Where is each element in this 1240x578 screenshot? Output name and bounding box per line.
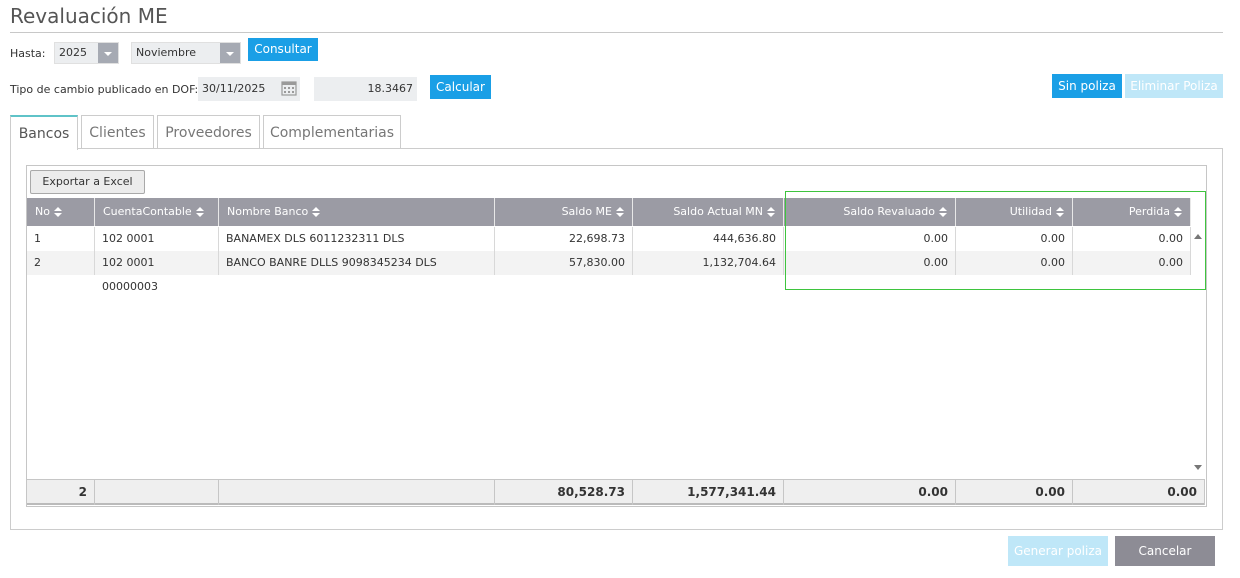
cell-saldo-me: 57,830.00 xyxy=(495,251,633,275)
calcular-button[interactable]: Calcular xyxy=(430,75,491,99)
column-header-nombre-banco[interactable]: Nombre Banco xyxy=(219,198,495,226)
year-select-value: 2025 xyxy=(59,46,87,59)
month-select[interactable]: Noviembre xyxy=(131,42,241,64)
column-label: Saldo ME xyxy=(561,205,612,218)
cell-no: 1 xyxy=(27,227,95,251)
cell-no: 2 xyxy=(27,251,95,275)
tab-clientes[interactable]: Clientes xyxy=(81,115,154,149)
sort-icon[interactable] xyxy=(53,206,62,218)
page-title: Revaluación ME xyxy=(10,4,168,28)
column-header-saldo-actual-mn[interactable]: Saldo Actual MN xyxy=(633,198,784,226)
title-divider xyxy=(10,32,1223,33)
cell-nombre-banco: BANAMEX DLS 6011232311 DLS xyxy=(219,227,495,251)
cell-nombre-banco: BANCO BANRE DLLS 9098345234 DLS xyxy=(219,251,495,275)
column-label: CuentaContable xyxy=(103,205,192,218)
total-utilidad: 0.00 xyxy=(956,480,1073,505)
total-count: 2 xyxy=(27,480,95,505)
highlight-box xyxy=(785,191,1206,290)
chevron-down-icon[interactable] xyxy=(220,43,240,63)
month-select-value: Noviembre xyxy=(136,46,197,59)
totals-row: 2 80,528.73 1,577,341.44 0.00 0.00 0.00 xyxy=(27,479,1205,505)
column-header-no[interactable]: No xyxy=(27,198,95,226)
tab-complementarias[interactable]: Complementarias xyxy=(263,115,401,149)
column-header-saldo-me[interactable]: Saldo ME xyxy=(495,198,633,226)
generar-poliza-button[interactable]: Generar poliza xyxy=(1008,536,1108,566)
total-cuenta xyxy=(95,480,219,505)
cell-cuenta: 102 0001 00000003 xyxy=(95,251,219,293)
total-nombre xyxy=(219,480,495,505)
sort-icon[interactable] xyxy=(616,206,624,218)
total-saldo-actual-mn: 1,577,341.44 xyxy=(633,480,784,505)
total-saldo-revaluado: 0.00 xyxy=(784,480,956,505)
calendar-icon[interactable] xyxy=(278,77,300,99)
sort-icon[interactable] xyxy=(767,206,775,218)
column-label: No xyxy=(35,205,50,218)
consultar-button[interactable]: Consultar xyxy=(248,38,318,61)
tab-bancos[interactable]: Bancos xyxy=(10,115,78,150)
total-perdida: 0.00 xyxy=(1073,480,1205,505)
export-excel-button[interactable]: Exportar a Excel xyxy=(30,170,145,194)
chevron-down-icon[interactable] xyxy=(98,43,118,63)
cell-saldo-actual-mn: 1,132,704.64 xyxy=(633,251,784,275)
rate-value-field[interactable]: 18.3467 xyxy=(314,77,417,101)
sin-poliza-button[interactable]: Sin poliza xyxy=(1052,74,1122,98)
column-header-cuenta[interactable]: CuentaContable xyxy=(95,198,219,226)
year-select[interactable]: 2025 xyxy=(54,42,119,64)
cell-cuenta: 102 0001 00000006 xyxy=(95,227,219,269)
eliminar-poliza-button[interactable]: Eliminar Poliza xyxy=(1125,74,1223,98)
column-label: Nombre Banco xyxy=(227,205,309,218)
rate-label: Tipo de cambio publicado en DOF: xyxy=(10,83,199,96)
cancelar-button[interactable]: Cancelar xyxy=(1115,536,1215,566)
sort-icon[interactable] xyxy=(195,206,204,218)
hasta-label: Hasta: xyxy=(10,47,46,60)
sort-icon[interactable] xyxy=(312,206,321,218)
cell-saldo-actual-mn: 444,636.80 xyxy=(633,227,784,251)
column-label: Saldo Actual MN xyxy=(673,205,763,218)
cell-saldo-me: 22,698.73 xyxy=(495,227,633,251)
total-saldo-me: 80,528.73 xyxy=(495,480,633,505)
scroll-down-icon[interactable] xyxy=(1194,465,1202,470)
tab-proveedores[interactable]: Proveedores xyxy=(157,115,260,149)
